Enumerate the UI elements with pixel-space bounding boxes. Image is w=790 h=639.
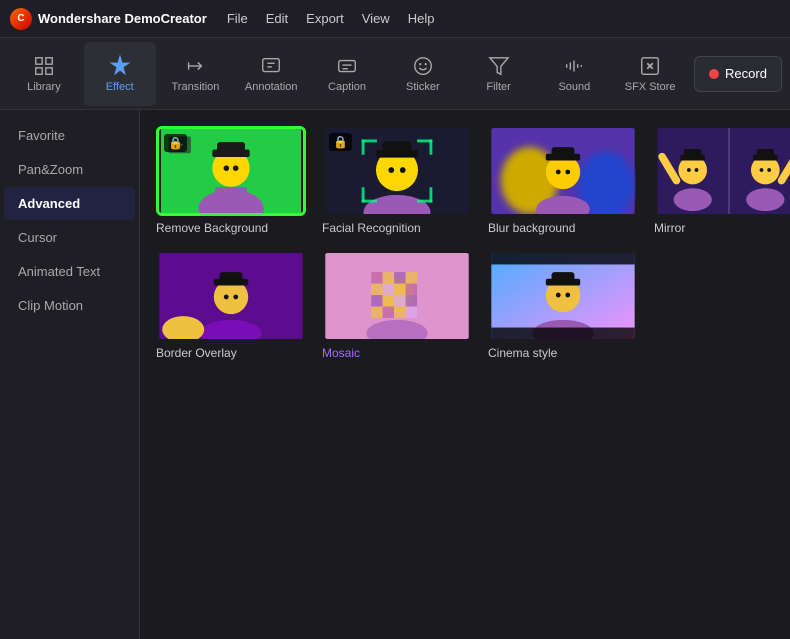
app-name: Wondershare DemoCreator: [38, 11, 207, 26]
sfx-icon: [639, 55, 661, 77]
app-logo: C Wondershare DemoCreator: [10, 8, 207, 30]
menu-help[interactable]: Help: [408, 11, 435, 26]
mosaic-thumb-svg: [324, 253, 470, 339]
effect-label-facial: Facial Recognition: [322, 221, 472, 235]
effect-border-overlay[interactable]: Border Overlay: [156, 251, 306, 360]
effect-label: Effect: [106, 81, 134, 93]
effect-label-remove-bg: Remove Background: [156, 221, 306, 235]
effect-thumb-facial: 🔒: [322, 126, 472, 216]
cinema-thumb-svg: [490, 253, 636, 339]
effect-icon: [109, 55, 131, 77]
app-logo-icon: C: [10, 8, 32, 30]
annotation-label: Annotation: [245, 81, 298, 93]
effect-thumb-mirror: [654, 126, 790, 216]
sticker-label: Sticker: [406, 81, 440, 93]
toolbar-transition[interactable]: Transition: [160, 42, 232, 106]
record-label: Record: [725, 66, 767, 81]
toolbar-sfx[interactable]: SFX Store: [614, 42, 686, 106]
effect-mosaic[interactable]: Mosaic: [322, 251, 472, 360]
caption-icon: [336, 55, 358, 77]
lock-icon-remove-bg: 🔒: [164, 134, 187, 152]
effect-label-border: Border Overlay: [156, 346, 306, 360]
toolbar: Library Effect Transition Annotation Cap…: [0, 38, 790, 110]
menu-view[interactable]: View: [362, 11, 390, 26]
effect-remove-bg[interactable]: 🔒 Remove Background: [156, 126, 306, 235]
effects-grid: 🔒 Remove Background: [156, 126, 774, 360]
toolbar-sticker[interactable]: Sticker: [387, 42, 459, 106]
annotation-icon: [260, 55, 282, 77]
effect-thumb-cinema: [488, 251, 638, 341]
effect-thumb-border: [156, 251, 306, 341]
toolbar-sound[interactable]: Sound: [538, 42, 610, 106]
record-dot: [709, 69, 719, 79]
main-layout: Favorite Pan&Zoom Advanced Cursor Animat…: [0, 110, 790, 639]
transition-icon: [184, 55, 206, 77]
menu-items: File Edit Export View Help: [227, 11, 435, 26]
sidebar-item-cursor[interactable]: Cursor: [4, 221, 135, 254]
transition-label: Transition: [172, 81, 220, 93]
effects-content: 🔒 Remove Background: [140, 110, 790, 639]
effect-label-mirror: Mirror: [654, 221, 790, 235]
menu-file[interactable]: File: [227, 11, 248, 26]
effect-blur-bg[interactable]: Blur background: [488, 126, 638, 235]
filter-icon: [488, 55, 510, 77]
mirror-thumb-svg: [656, 128, 790, 214]
sidebar-item-animated-text[interactable]: Animated Text: [4, 255, 135, 288]
sidebar: Favorite Pan&Zoom Advanced Cursor Animat…: [0, 110, 140, 639]
effect-thumb-remove-bg: 🔒: [156, 126, 306, 216]
filter-label: Filter: [486, 81, 510, 93]
toolbar-effect[interactable]: Effect: [84, 42, 156, 106]
sound-icon: [563, 55, 585, 77]
toolbar-filter[interactable]: Filter: [463, 42, 535, 106]
effect-thumb-blur: [488, 126, 638, 216]
toolbar-caption[interactable]: Caption: [311, 42, 383, 106]
effect-label-blur: Blur background: [488, 221, 638, 235]
library-label: Library: [27, 81, 61, 93]
sound-label: Sound: [558, 81, 590, 93]
sidebar-item-advanced[interactable]: Advanced: [4, 187, 135, 220]
library-icon: [33, 55, 55, 77]
menu-edit[interactable]: Edit: [266, 11, 288, 26]
sfx-label: SFX Store: [625, 81, 676, 93]
toolbar-library[interactable]: Library: [8, 42, 80, 106]
menu-bar: C Wondershare DemoCreator File Edit Expo…: [0, 0, 790, 38]
effect-cinema[interactable]: Cinema style: [488, 251, 638, 360]
effect-mirror[interactable]: Mirror: [654, 126, 790, 235]
lock-icon-facial: 🔒: [329, 133, 352, 151]
effect-facial[interactable]: 🔒 Facial Recognition: [322, 126, 472, 235]
effect-thumb-mosaic: [322, 251, 472, 341]
blur-thumb-svg: [490, 128, 636, 214]
menu-export[interactable]: Export: [306, 11, 344, 26]
effect-label-mosaic: Mosaic: [322, 346, 472, 360]
sticker-icon: [412, 55, 434, 77]
effect-label-cinema: Cinema style: [488, 346, 638, 360]
sidebar-item-favorite[interactable]: Favorite: [4, 119, 135, 152]
record-button[interactable]: Record: [694, 56, 782, 92]
toolbar-annotation[interactable]: Annotation: [235, 42, 307, 106]
sidebar-item-clip-motion[interactable]: Clip Motion: [4, 289, 135, 322]
sidebar-item-pan-zoom[interactable]: Pan&Zoom: [4, 153, 135, 186]
caption-label: Caption: [328, 81, 366, 93]
border-thumb-svg: [158, 253, 304, 339]
